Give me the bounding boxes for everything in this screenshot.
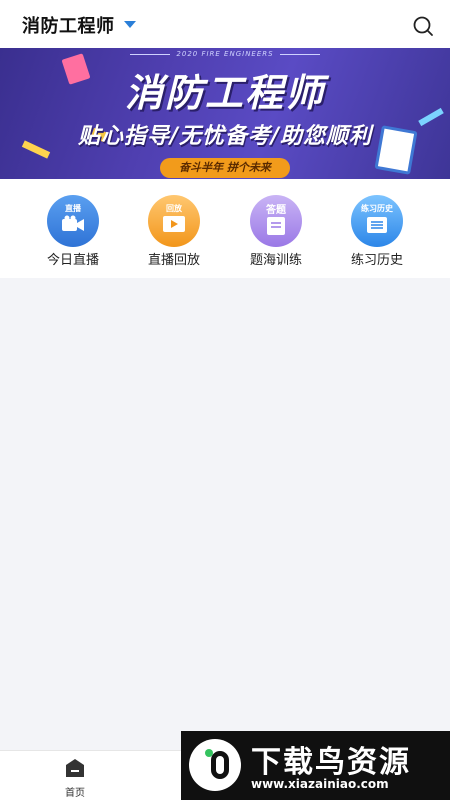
content-area bbox=[0, 278, 450, 750]
banner-subtitle: 贴心指导/无忧备考/助您顺利 bbox=[77, 124, 373, 149]
document-icon: 答题 bbox=[250, 195, 302, 247]
home-icon bbox=[66, 759, 84, 777]
quick-item-label: 今日直播 bbox=[46, 253, 99, 268]
banner-year-text: 2020 FIRE ENGINEERS bbox=[0, 50, 450, 58]
quick-item-label: 题海训练 bbox=[249, 253, 302, 268]
quick-item-label: 练习历史 bbox=[350, 253, 403, 268]
banner-tag: 奋斗半年 拼个未来 bbox=[160, 158, 290, 178]
quick-item-history[interactable]: 练习历史 练习历史 bbox=[332, 195, 422, 268]
quick-menu: 直播 今日直播 回放 直播回放 答题 题海训练 练习历史 练习历史 bbox=[0, 179, 450, 278]
chevron-down-icon[interactable] bbox=[124, 21, 136, 28]
quick-item-label: 直播回放 bbox=[147, 253, 200, 268]
icon-badge: 答题 bbox=[266, 205, 286, 216]
search-icon[interactable] bbox=[412, 15, 434, 37]
video-camera-icon: 直播 bbox=[47, 195, 99, 247]
tab-home[interactable]: 首页 bbox=[55, 757, 95, 799]
promo-banner[interactable]: 2020 FIRE ENGINEERS 消防工程师 贴心指导/无忧备考/助您顺利… bbox=[0, 48, 450, 179]
quick-item-live-today[interactable]: 直播 今日直播 bbox=[28, 195, 118, 268]
banner-title: 消防工程师 bbox=[124, 71, 325, 115]
quick-item-practice[interactable]: 答题 题海训练 bbox=[231, 195, 321, 268]
icon-badge: 回放 bbox=[166, 204, 182, 213]
quick-item-replay[interactable]: 回放 直播回放 bbox=[129, 195, 219, 268]
history-list-icon: 练习历史 bbox=[351, 195, 403, 247]
top-bar: 消防工程师 bbox=[0, 0, 450, 48]
icon-badge: 练习历史 bbox=[361, 204, 393, 213]
watermark: 下载鸟资源 www.xiazainiao.com bbox=[181, 731, 450, 800]
watermark-logo-icon bbox=[189, 739, 241, 791]
icon-badge: 直播 bbox=[65, 204, 81, 213]
subject-selector-title[interactable]: 消防工程师 bbox=[22, 12, 115, 38]
tab-home-label: 首页 bbox=[65, 788, 85, 799]
watermark-title: 下载鸟资源 bbox=[251, 745, 411, 780]
play-icon: 回放 bbox=[148, 195, 200, 247]
watermark-url: www.xiazainiao.com bbox=[251, 777, 389, 791]
